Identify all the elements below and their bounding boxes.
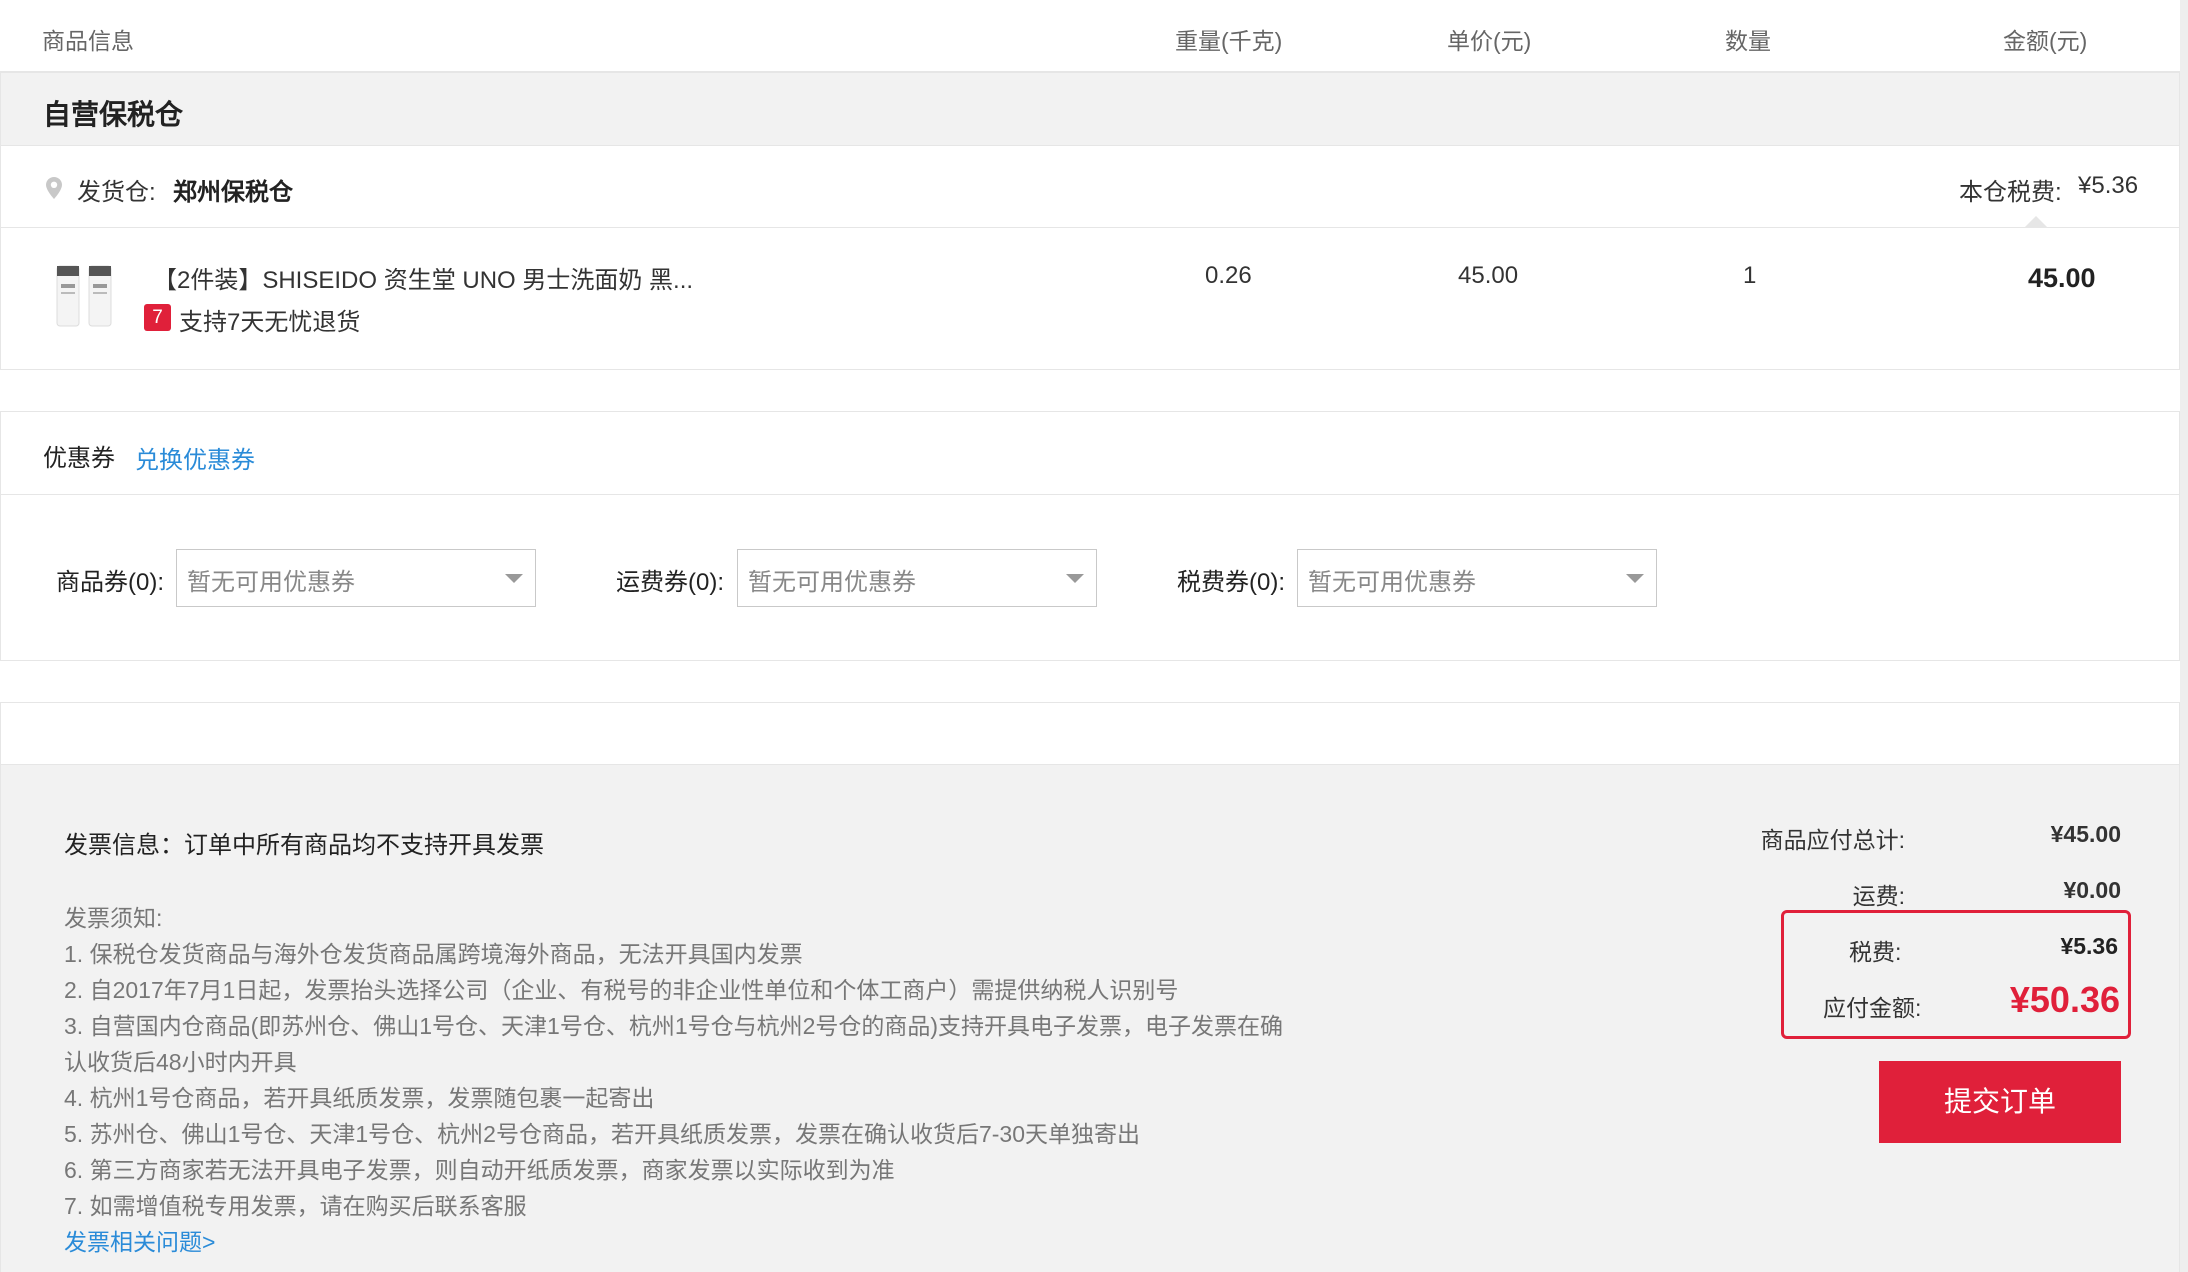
redeem-coupon-link[interactable]: 兑换优惠券 [135, 440, 255, 475]
blank-spacer [0, 702, 2180, 765]
ship-from-row: 发货仓: 郑州保税仓 本仓税费: ¥5.36 [0, 145, 2180, 228]
header-amount: 金额(元) [2003, 28, 2088, 54]
chevron-down-icon [505, 574, 523, 583]
column-header: 商品信息 重量(千克) 单价(元) 数量 金额(元) [0, 0, 2180, 72]
header-product-info: 商品信息 [42, 28, 134, 54]
goods-total-value: ¥45.00 [2050, 821, 2121, 847]
chevron-down-icon [1066, 574, 1084, 583]
warehouse-tax-label: 本仓税费: [1959, 179, 2062, 206]
tax-coupon-value: 暂无可用优惠券 [1308, 569, 1476, 596]
submit-order-label: 提交订单 [1943, 1086, 2056, 1117]
invoice-summary-panel: 发票信息：订单中所有商品均不支持开具发票 发票须知: 1. 保税仓发货商品与海外… [0, 764, 2180, 1272]
tax-pointer-arrow [2025, 216, 2047, 227]
scrollbar[interactable] [2180, 0, 2188, 1272]
product-unit-price: 45.00 [1458, 262, 1519, 289]
invoice-notice-line: 认收货后48小时内开具 [64, 1049, 297, 1075]
shipping-coupon-label: 运费券(0): [616, 569, 724, 596]
shipping-fee-value: ¥0.00 [2063, 877, 2121, 903]
shipping-fee-label: 运费: [1852, 883, 1905, 909]
header-weight: 重量(千克) [1175, 28, 1283, 54]
location-pin-icon [45, 176, 63, 205]
product-quantity: 1 [1743, 262, 1757, 289]
warehouse-title: 自营保税仓 [43, 99, 184, 130]
goods-total-label: 商品应付总计: [1760, 827, 1905, 853]
invoice-notice-line: 6. 第三方商家若无法开具电子发票，则自动开纸质发票，商家发票以实际收到为准 [64, 1157, 895, 1183]
shipping-coupon-value: 暂无可用优惠券 [748, 569, 916, 596]
payable-value: ¥50.36 [2009, 979, 2120, 1020]
invoice-info: 发票信息：订单中所有商品均不支持开具发票 [64, 832, 544, 859]
invoice-notice-line: 4. 杭州1号仓商品，若开具纸质发票，发票随包裹一起寄出 [64, 1085, 655, 1111]
product-coupon-value: 暂无可用优惠券 [187, 569, 355, 596]
return-policy-text: 支持7天无忧退货 [179, 309, 361, 336]
return-policy-badge: 7 [144, 304, 171, 331]
product-coupon-select[interactable]: 暂无可用优惠券 [176, 549, 536, 607]
invoice-notice-line: 1. 保税仓发货商品与海外仓发货商品属跨境海外商品，无法开具国内发票 [64, 941, 803, 967]
invoice-faq-link[interactable]: 发票相关问题> [64, 1223, 215, 1257]
invoice-notice-line: 2. 自2017年7月1日起，发票抬头选择公司（企业、有税号的非企业性单位和个体… [64, 977, 1179, 1003]
product-thumbnail[interactable] [51, 262, 119, 334]
product-coupon-label: 商品券(0): [56, 569, 164, 596]
tax-coupon-label: 税费券(0): [1177, 569, 1285, 596]
coupon-header: 优惠券 兑换优惠券 [0, 411, 2180, 495]
tax-fee-label: 税费: [1849, 939, 1902, 965]
invoice-notice-line: 3. 自营国内仓商品(即苏州仓、佛山1号仓、天津1号仓、杭州1号仓与杭州2号仓的… [64, 1013, 1284, 1039]
submit-order-button[interactable]: 提交订单 [1879, 1061, 2121, 1143]
tax-coupon-select[interactable]: 暂无可用优惠券 [1297, 549, 1657, 607]
invoice-notice-line: 7. 如需增值税专用发票，请在购买后联系客服 [64, 1193, 527, 1219]
product-weight: 0.26 [1205, 262, 1252, 289]
product-amount: 45.00 [2028, 263, 2096, 293]
ship-from-value: 郑州保税仓 [173, 179, 293, 206]
tax-fee-value: ¥5.36 [2060, 933, 2118, 959]
invoice-notice-line: 5. 苏州仓、佛山1号仓、天津1号仓、杭州2号仓商品，若开具纸质发票，发票在确认… [64, 1121, 1140, 1147]
warehouse-title-bar: 自营保税仓 [0, 72, 2180, 146]
header-quantity: 数量 [1725, 28, 1771, 54]
product-row: 【2件装】SHISEIDO 资生堂 UNO 男士洗面奶 黑... 7 支持7天无… [0, 227, 2180, 370]
coupon-title: 优惠券 [43, 445, 115, 472]
product-name-link[interactable]: 【2件装】SHISEIDO 资生堂 UNO 男士洗面奶 黑... [153, 260, 693, 295]
invoice-notice-title: 发票须知: [64, 905, 163, 931]
ship-from-label: 发货仓: [77, 179, 156, 206]
chevron-down-icon [1626, 574, 1644, 583]
shipping-coupon-select[interactable]: 暂无可用优惠券 [737, 549, 1097, 607]
coupon-selectors: 商品券(0): 暂无可用优惠券 运费券(0): 暂无可用优惠券 税费券(0): … [0, 494, 2180, 661]
payable-label: 应付金额: [1823, 995, 1922, 1021]
header-unit-price: 单价(元) [1447, 28, 1532, 54]
warehouse-tax-value: ¥5.36 [2078, 172, 2139, 199]
payable-highlight-box: 税费: ¥5.36 应付金额: ¥50.36 [1781, 910, 2131, 1039]
